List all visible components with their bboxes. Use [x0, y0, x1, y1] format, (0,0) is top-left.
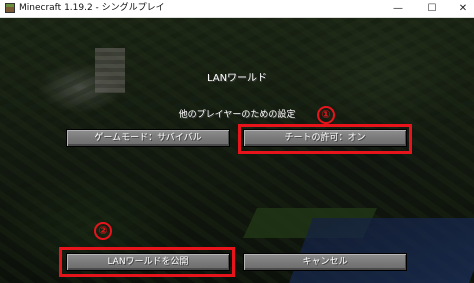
minimize-button[interactable]: —	[387, 0, 409, 17]
window-title: Minecraft 1.19.2 - シングルプレイ	[19, 3, 165, 13]
maximize-button[interactable]: ☐	[421, 0, 443, 17]
window-titlebar: Minecraft 1.19.2 - シングルプレイ — ☐ ✕	[0, 0, 474, 18]
minecraft-grass-block-icon	[5, 3, 15, 13]
settings-section-label: 他のプレイヤーのための設定	[178, 110, 296, 120]
game-mode-button[interactable]: ゲームモード：サバイバル	[66, 129, 230, 147]
step-marker-1: ①	[317, 106, 335, 124]
game-viewport: LANワールド 他のプレイヤーのための設定 ゲームモード：サバイバル チートの許…	[0, 18, 474, 283]
screen-title: LANワールド	[206, 73, 268, 84]
step-marker-2: ②	[94, 222, 112, 240]
highlight-box-cheats	[238, 124, 412, 154]
close-button[interactable]: ✕	[452, 0, 474, 17]
highlight-box-open-lan	[59, 247, 235, 277]
cancel-button[interactable]: キャンセル	[243, 253, 407, 271]
